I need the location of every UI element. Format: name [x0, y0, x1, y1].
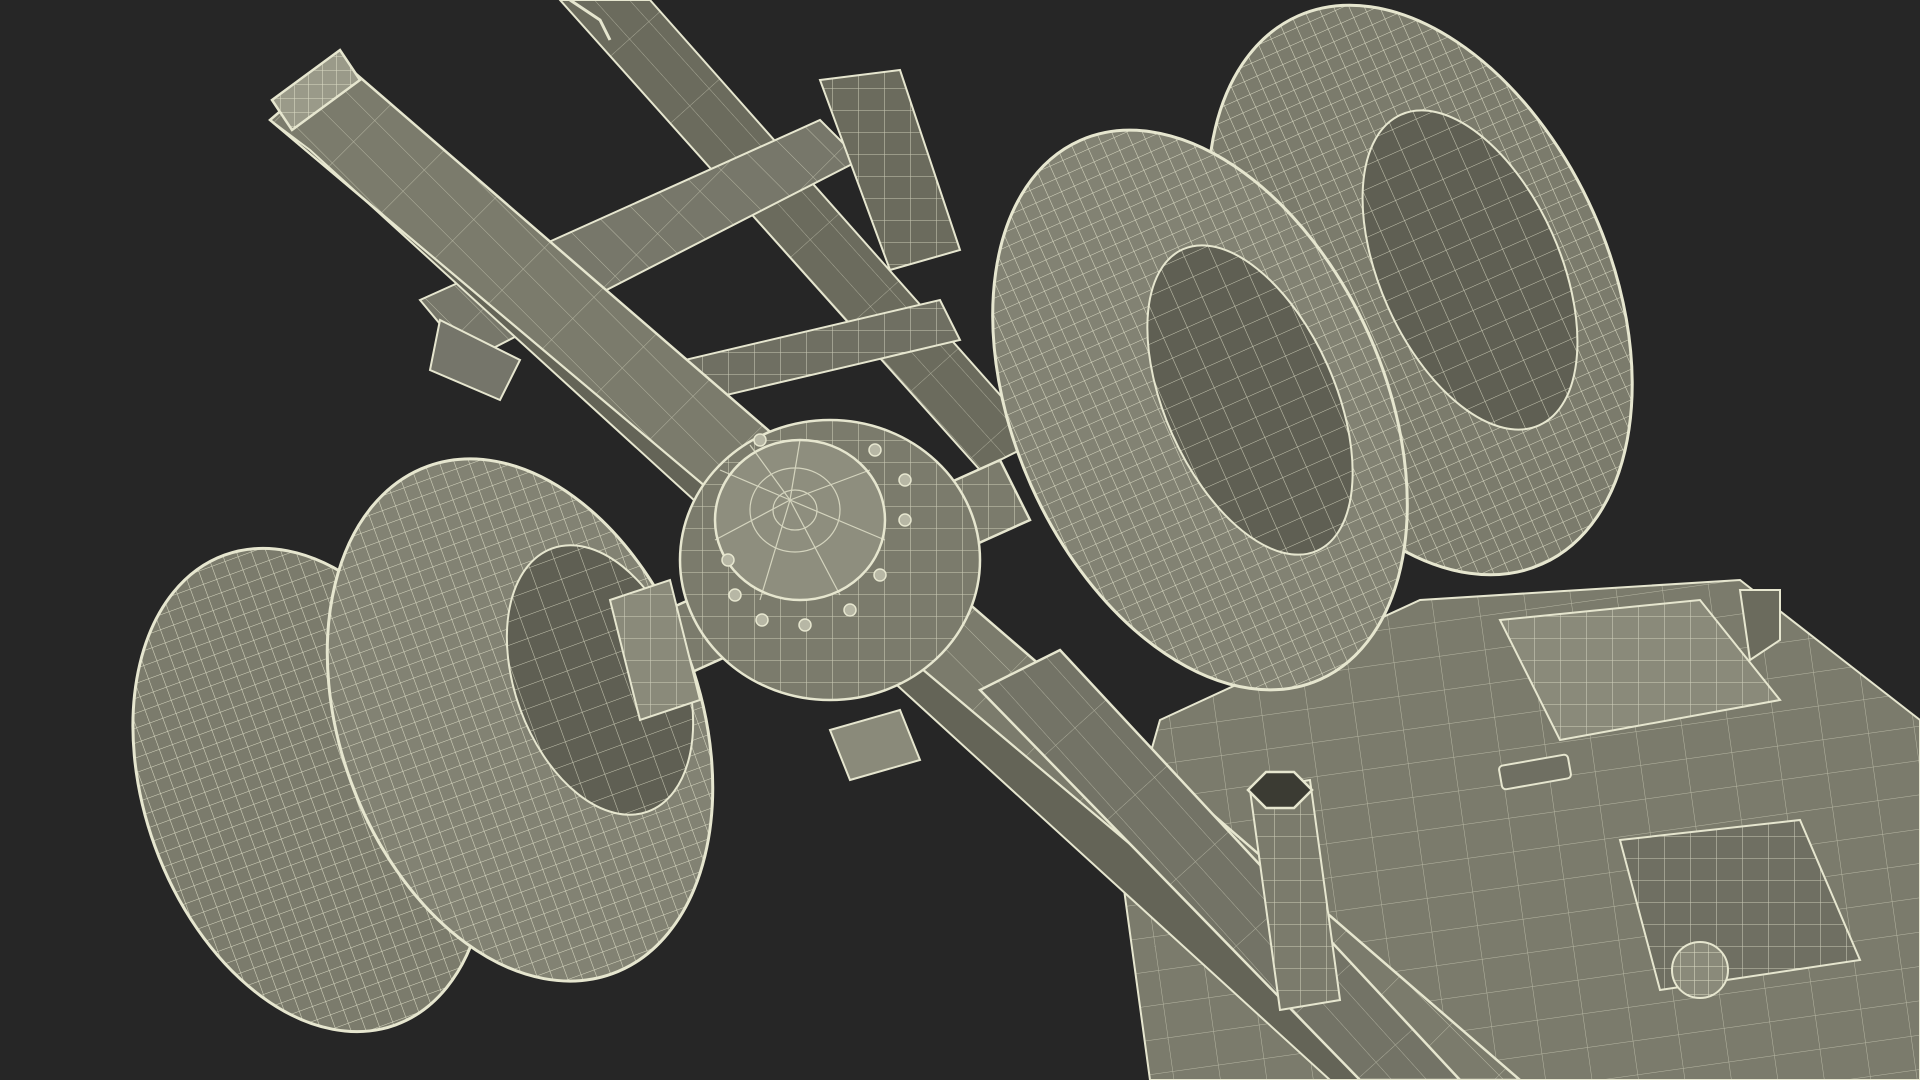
rear-left-tires	[131, 457, 715, 1034]
wireframe-scene	[131, 0, 1920, 1080]
render-viewport	[0, 0, 1920, 1080]
differential	[678, 418, 982, 702]
